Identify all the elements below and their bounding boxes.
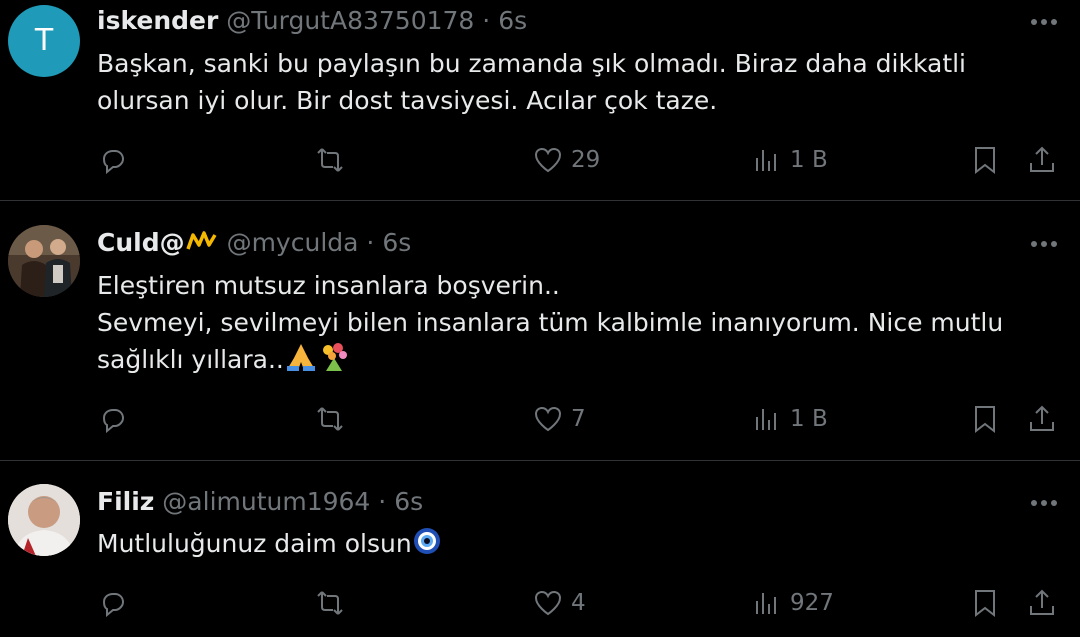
more-options-button[interactable]	[1024, 229, 1064, 259]
more-options-button[interactable]	[1024, 488, 1064, 518]
display-name[interactable]: Filiz	[97, 487, 154, 516]
reply-button[interactable]	[98, 402, 128, 436]
avatar-letter: T	[34, 23, 54, 58]
reply-button[interactable]	[98, 586, 128, 620]
tweet-text-line-with-emoji: Mutluluğunuz daim olsun	[97, 525, 1047, 562]
divider	[0, 460, 1080, 461]
reply-icon	[102, 409, 125, 434]
share-button[interactable]	[1027, 143, 1057, 177]
like-count: 29	[571, 147, 601, 173]
view-count: 1 B	[790, 406, 828, 432]
tweet-text: Eleştiren mutsuz insanlara boşverin.. Se…	[97, 267, 1047, 378]
tweet-text-line: Başkan, sanki bu paylaşın bu zamanda şık…	[97, 49, 967, 78]
retweet-icon	[317, 591, 343, 615]
tweet-text: Başkan, sanki bu paylaşın bu zamanda şık…	[97, 45, 1047, 119]
user-handle[interactable]: @TurgutA83750178	[226, 6, 474, 35]
separator: ·	[378, 487, 387, 516]
avatar[interactable]: T	[8, 5, 80, 77]
avatar-photo-icon	[8, 484, 80, 556]
timestamp[interactable]: 6s	[382, 228, 411, 257]
tweet-text: Mutluluğunuz daim olsun	[97, 525, 1047, 562]
share-button[interactable]	[1027, 586, 1057, 620]
avatar[interactable]	[8, 484, 80, 556]
tweet-text-line: sağlıklı yıllara..	[97, 345, 284, 374]
views-button[interactable]: 927	[752, 586, 834, 620]
divider	[0, 200, 1080, 201]
reply-button[interactable]	[98, 143, 128, 177]
bookmark-button[interactable]	[970, 402, 1000, 436]
bookmark-icon	[975, 406, 995, 434]
views-icon	[756, 593, 776, 614]
reply-icon	[102, 593, 125, 618]
reply-icon	[102, 150, 125, 175]
retweet-button[interactable]	[315, 586, 345, 620]
more-options-button[interactable]	[1024, 7, 1064, 37]
bookmark-button[interactable]	[970, 586, 1000, 620]
views-icon	[756, 150, 776, 171]
separator: ·	[482, 6, 491, 35]
tweet-text-line: Eleştiren mutsuz insanlara boşverin..	[97, 271, 560, 300]
retweet-button[interactable]	[315, 143, 345, 177]
nazar-eye-emoji-icon	[413, 528, 440, 554]
tweet-text-line: olursan iyi olur. Bir dost tavsiyesi. Ac…	[97, 86, 718, 115]
like-button[interactable]: 29	[533, 143, 600, 177]
heart-icon	[534, 147, 562, 173]
more-horizontal-icon	[1031, 19, 1057, 25]
more-horizontal-icon	[1031, 500, 1057, 506]
views-button[interactable]: 1 B	[752, 143, 828, 177]
view-count: 927	[790, 590, 834, 616]
user-handle[interactable]: @alimutum1964	[162, 487, 370, 516]
more-horizontal-icon	[1031, 241, 1057, 247]
tweet-header: iskender @TurgutA83750178 · 6s	[97, 4, 527, 38]
retweet-button[interactable]	[315, 402, 345, 436]
like-count: 7	[571, 406, 586, 432]
tweet-header: Filiz @alimutum1964 · 6s	[97, 485, 423, 519]
view-count: 1 B	[790, 147, 828, 173]
views-icon	[756, 409, 776, 430]
share-button[interactable]	[1027, 402, 1057, 436]
retweet-icon	[317, 148, 343, 172]
retweet-icon	[317, 407, 343, 431]
user-handle[interactable]: @myculda	[227, 228, 359, 257]
bookmark-icon	[975, 590, 995, 618]
display-name[interactable]: Culd@	[97, 228, 185, 257]
praying-hands-emoji-icon	[286, 344, 315, 371]
bookmark-icon	[975, 147, 995, 175]
share-icon	[1030, 589, 1054, 615]
display-name[interactable]: iskender	[97, 6, 218, 35]
separator: ·	[366, 228, 375, 257]
like-button[interactable]: 4	[533, 586, 586, 620]
tweet-header: Culd@ @myculda · 6s	[97, 226, 411, 260]
avatar-photo-icon	[8, 225, 80, 297]
heart-icon	[534, 590, 562, 616]
avatar[interactable]	[8, 225, 80, 297]
timestamp[interactable]: 6s	[498, 6, 527, 35]
share-icon	[1030, 146, 1054, 172]
tweet-text-line: Sevmeyi, sevilmeyi bilen insanlara tüm k…	[97, 308, 1004, 337]
like-count: 4	[571, 590, 586, 616]
share-icon	[1030, 405, 1054, 431]
heart-icon	[534, 406, 562, 432]
tweet-text-line-with-emoji: sağlıklı yıllara..	[97, 341, 1047, 378]
timestamp[interactable]: 6s	[394, 487, 423, 516]
crown-emoji-icon	[185, 231, 217, 250]
bookmark-button[interactable]	[970, 143, 1000, 177]
like-button[interactable]: 7	[533, 402, 586, 436]
tweet-text-line: Mutluluğunuz daim olsun	[97, 529, 412, 558]
bouquet-emoji-icon	[322, 343, 347, 371]
views-button[interactable]: 1 B	[752, 402, 828, 436]
